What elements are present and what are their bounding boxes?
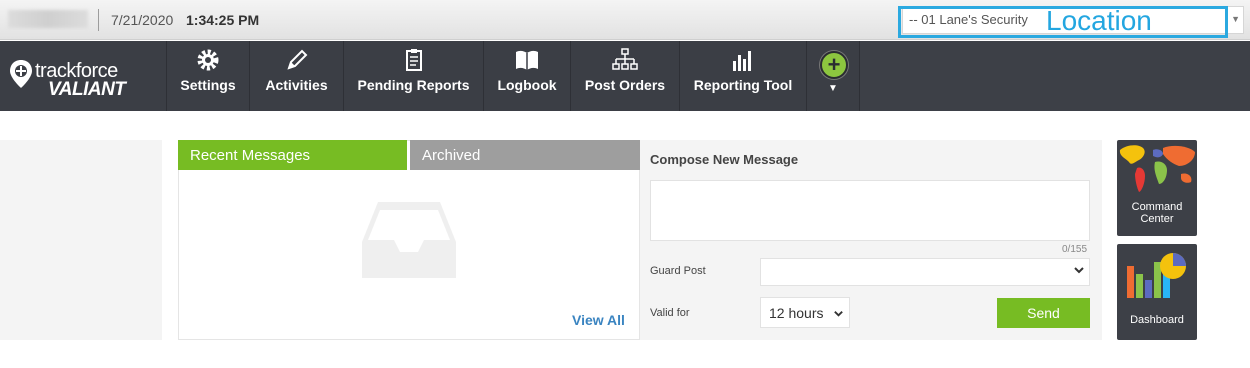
tile-label: Center [1140,213,1174,225]
trackforce-logo[interactable]: trackforce VALIANT [0,41,165,111]
caret-down-icon: ▼ [828,83,838,94]
tab-recent-messages[interactable]: Recent Messages [178,140,407,170]
tile-label: Dashboard [1130,314,1184,326]
logo-text-valiant: VALIANT [48,79,126,100]
add-button[interactable]: + [820,51,848,79]
nav-reporting-tool[interactable]: Reporting Tool [679,41,806,111]
valid-for-label: Valid for [650,307,690,319]
nav-label: Pending Reports [357,77,470,93]
send-button[interactable]: Send [997,298,1090,328]
pencil-icon [286,49,307,70]
current-date: 7/21/2020 [111,12,174,28]
guard-post-label: Guard Post [650,265,706,277]
add-menu[interactable]: + ▼ [806,41,860,111]
org-chart-icon [612,48,638,70]
chevron-down-icon [834,311,843,317]
nav-label: Reporting Tool [693,77,793,93]
clipboard-icon [405,49,422,71]
tab-archived[interactable]: Archived [410,140,640,170]
book-icon [516,50,538,70]
nav-label: Post Orders [584,77,666,93]
char-counter: 0/155 [1062,244,1088,255]
gear-icon [197,49,219,71]
bar-chart-icon [733,51,751,71]
location-annotation: Location [1046,5,1152,36]
nav-activities[interactable]: Activities [249,41,343,111]
compose-title: Compose New Message [650,152,799,167]
location-pin-icon [10,60,32,88]
divider [98,9,99,31]
nav-pending-reports[interactable]: Pending Reports [343,41,483,111]
nav-label: Activities [265,77,328,93]
nav-label: Logbook [497,77,557,93]
current-time: 1:34:25 PM [186,12,260,28]
chevron-down-icon [1074,267,1084,274]
empty-inbox-icon [362,202,456,278]
user-name-redacted [8,10,88,28]
nav-settings[interactable]: Settings [166,41,249,111]
caret-down-icon: ▼ [1231,14,1240,24]
nav-label: Settings [180,77,236,93]
dashboard-chart-icon [1127,253,1186,298]
command-center-tile[interactable]: Command Center [1117,140,1197,236]
valid-for-select[interactable]: 12 hours [760,297,850,328]
left-panel [0,140,162,340]
guard-post-select[interactable] [760,258,1090,286]
view-all-link[interactable]: View All [572,312,625,328]
nav-logbook[interactable]: Logbook [483,41,570,111]
nav-post-orders[interactable]: Post Orders [570,41,679,111]
world-map-icon [1119,145,1195,192]
nav-filler [860,41,1250,111]
dashboard-tile[interactable]: Dashboard [1117,244,1197,340]
plus-icon: + [827,52,841,77]
message-textarea[interactable] [650,180,1090,241]
tile-label: Command [1131,201,1183,213]
valid-for-value: 12 hours [769,305,824,321]
